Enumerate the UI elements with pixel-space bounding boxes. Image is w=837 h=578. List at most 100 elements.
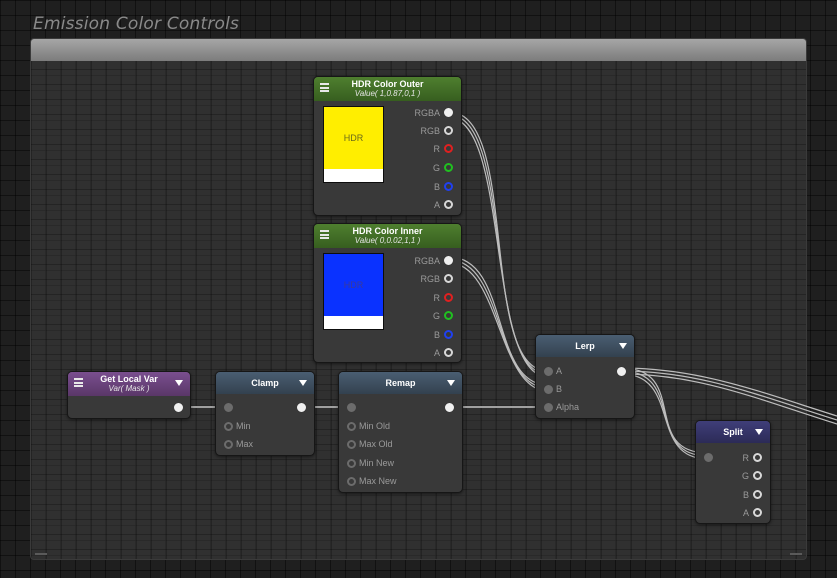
port-label-b: B: [433, 182, 440, 192]
port-input-min-old[interactable]: [347, 422, 356, 431]
port-rgb[interactable]: [444, 274, 453, 283]
dropdown-icon[interactable]: [175, 380, 183, 386]
node-title: Lerp: [575, 341, 595, 351]
port-rgba[interactable]: [444, 256, 453, 265]
port-input-b[interactable]: [544, 385, 553, 394]
port-label-rgba: RGBA: [414, 256, 440, 266]
port-input-value[interactable]: [347, 403, 356, 412]
color-swatch[interactable]: HDR: [323, 253, 384, 330]
swatch-hdr-label: HDR: [343, 133, 364, 143]
dropdown-icon[interactable]: [299, 380, 307, 386]
dropdown-icon[interactable]: [619, 343, 627, 349]
port-label-r: R: [433, 293, 441, 303]
port-input[interactable]: [704, 453, 713, 462]
port-b[interactable]: [444, 182, 453, 191]
port-label-a: A: [433, 348, 440, 358]
node-lerp[interactable]: Lerp A B Alpha: [535, 334, 635, 419]
port-label-rgba: RGBA: [414, 108, 440, 118]
node-value: Var( Mask ): [108, 384, 150, 393]
port-input-max-new[interactable]: [347, 477, 356, 486]
wire-lerp-offscreen-2: [620, 370, 837, 421]
wire-inner-to-lerp-b-3: [448, 262, 549, 392]
node-value: Value( 1,0.87,0,1 ): [354, 89, 421, 98]
swatch-alpha: [324, 169, 383, 182]
port-label-g: G: [432, 163, 440, 173]
port-a[interactable]: [444, 348, 453, 357]
node-header[interactable]: HDR Color Outer Value( 1,0.87,0,1 ): [314, 77, 461, 101]
node-title: HDR Color Inner: [352, 226, 423, 236]
node-header[interactable]: Get Local Var Var( Mask ): [68, 372, 190, 396]
port-g[interactable]: [444, 311, 453, 320]
port-rgb[interactable]: [444, 126, 453, 135]
node-header[interactable]: Remap: [339, 372, 462, 394]
port-label-max: Max: [236, 439, 254, 449]
port-label-rgb: RGB: [420, 274, 440, 284]
port-label-min: Min: [236, 421, 251, 431]
port-label-a: A: [433, 200, 440, 210]
color-swatch[interactable]: HDR: [323, 106, 384, 183]
port-label-min-new: Min New: [359, 458, 395, 468]
wire-outer-to-lerp-a-3: [448, 117, 549, 378]
port-output[interactable]: [174, 403, 183, 412]
dropdown-icon[interactable]: [755, 429, 763, 435]
menu-icon[interactable]: [74, 378, 83, 387]
port-b[interactable]: [753, 490, 762, 499]
port-r[interactable]: [753, 453, 762, 462]
port-label-g: G: [741, 471, 749, 481]
port-label-rgb: RGB: [420, 126, 440, 136]
port-label-r: R: [742, 453, 750, 463]
wire-outer-to-lerp-a-2: [448, 114, 549, 375]
port-input-value[interactable]: [224, 403, 233, 412]
node-hdr-color-outer[interactable]: HDR Color Outer Value( 1,0.87,0,1 ) HDR …: [313, 76, 462, 216]
port-label-b: B: [433, 330, 440, 340]
port-r[interactable]: [444, 144, 453, 153]
port-input-min-new[interactable]: [347, 459, 356, 468]
port-output[interactable]: [297, 403, 306, 412]
port-output[interactable]: [617, 367, 626, 376]
node-header[interactable]: HDR Color Inner Value( 0,0.02,1,1 ): [314, 224, 461, 248]
port-a[interactable]: [444, 200, 453, 209]
swatch-alpha: [324, 316, 383, 329]
port-label-a: A: [742, 508, 749, 518]
port-output[interactable]: [445, 403, 454, 412]
node-title: Split: [723, 427, 743, 437]
port-label-g: G: [432, 311, 440, 321]
port-a[interactable]: [753, 508, 762, 517]
node-split[interactable]: Split R G B A: [695, 420, 771, 524]
port-g[interactable]: [444, 163, 453, 172]
port-input-min[interactable]: [224, 422, 233, 431]
port-label-min-old: Min Old: [359, 421, 391, 431]
port-input-alpha[interactable]: [544, 403, 553, 412]
port-label-a: A: [556, 366, 563, 376]
node-clamp[interactable]: Clamp Min Max: [215, 371, 315, 456]
node-title: HDR Color Outer: [351, 79, 424, 89]
port-label-max-new: Max New: [359, 476, 397, 486]
node-title: Remap: [385, 378, 416, 388]
node-header[interactable]: Clamp: [216, 372, 314, 394]
wire-lerp-offscreen-3: [620, 373, 837, 425]
port-input-a[interactable]: [544, 367, 553, 376]
port-g[interactable]: [753, 471, 762, 480]
port-label-b: B: [742, 490, 749, 500]
node-header[interactable]: Lerp: [536, 335, 634, 357]
port-input-max-old[interactable]: [347, 440, 356, 449]
node-title: Clamp: [251, 378, 279, 388]
port-label-alpha: Alpha: [556, 402, 580, 412]
menu-icon[interactable]: [320, 230, 329, 239]
swatch-hdr-label: HDR: [343, 280, 364, 290]
node-hdr-color-inner[interactable]: HDR Color Inner Value( 0,0.02,1,1 ) HDR …: [313, 223, 462, 363]
port-label-r: R: [433, 144, 441, 154]
menu-icon[interactable]: [320, 83, 329, 92]
node-get-local-var[interactable]: Get Local Var Var( Mask ): [67, 371, 191, 419]
port-label-b: B: [556, 384, 563, 394]
node-header[interactable]: Split: [696, 421, 770, 443]
node-value: Value( 0,0.02,1,1 ): [354, 236, 421, 245]
port-rgba[interactable]: [444, 108, 453, 117]
port-input-max[interactable]: [224, 440, 233, 449]
dropdown-icon[interactable]: [447, 380, 455, 386]
port-r[interactable]: [444, 293, 453, 302]
port-label-max-old: Max Old: [359, 439, 393, 449]
port-b[interactable]: [444, 330, 453, 339]
node-remap[interactable]: Remap Min Old Max Old Min New Max New: [338, 371, 463, 493]
node-title: Get Local Var: [100, 374, 158, 384]
